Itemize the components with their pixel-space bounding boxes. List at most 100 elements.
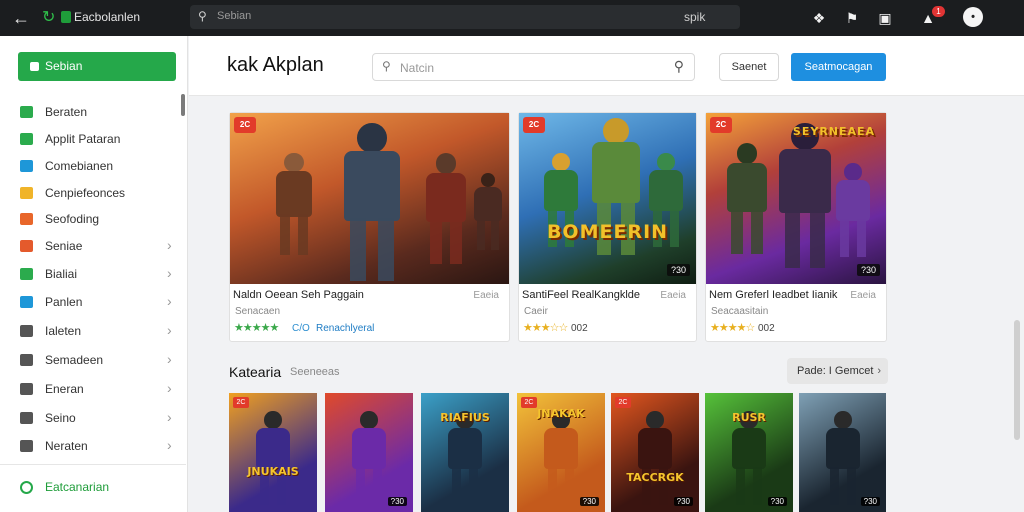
- section-title: Katearia: [229, 364, 282, 380]
- featured-card[interactable]: 2C BOMEERIN ?30 SantiFeel RealKangklde Eaeia…: [518, 112, 697, 342]
- featured-game-art[interactable]: 2C SEYRNEAEA ?30: [706, 113, 886, 284]
- bookmark-icon[interactable]: ⚑: [843, 9, 861, 27]
- puzzle-icon[interactable]: ❖: [810, 9, 828, 27]
- rating-value: 002: [758, 323, 775, 334]
- sidebar-item[interactable]: Seofoding: [0, 207, 186, 231]
- magnifier-icon[interactable]: ⚲: [674, 58, 684, 75]
- game-tile[interactable]: ?30: [325, 393, 413, 512]
- sidebar-item[interactable]: Panlen ›: [0, 290, 186, 314]
- sidebar-item-label: Panlen: [45, 295, 83, 309]
- sidebar-divider: [0, 464, 186, 465]
- sidebar-item-label: Ialeten: [45, 324, 82, 338]
- star-rating-icon: ★★★★☆: [710, 322, 755, 334]
- age-rating-badge: ?30: [387, 497, 407, 506]
- age-rating-badge: ?30: [860, 497, 880, 506]
- sidebar-item[interactable]: Seino ›: [0, 406, 186, 430]
- featured-price: Eaeia: [660, 290, 686, 301]
- sidebar-item-label: Seino: [45, 411, 76, 425]
- sidebar-item[interactable]: Cenpiefeonces: [0, 181, 186, 205]
- featured-tag: 2C: [710, 117, 732, 133]
- download-icon[interactable]: ▣: [876, 9, 894, 27]
- character-figure: [721, 143, 773, 260]
- age-rating-badge: ?30: [666, 264, 690, 276]
- game-tile[interactable]: 2C JNUKAIS: [229, 393, 317, 512]
- game-tile[interactable]: ?30: [799, 393, 886, 512]
- forward-icon[interactable]: ↻: [42, 8, 58, 28]
- sidebar-item[interactable]: Seniae ›: [0, 234, 186, 258]
- featured-tag: 2C: [523, 117, 545, 133]
- character-figure: [270, 153, 318, 261]
- character-figure: [251, 411, 295, 510]
- chevron-right-icon: ›: [167, 265, 172, 281]
- sidebar-item-icon: [20, 412, 33, 424]
- main-scrollbar[interactable]: [1014, 320, 1020, 440]
- featured-price: Eaeia: [473, 290, 499, 301]
- age-rating-badge: ?30: [767, 497, 787, 506]
- sidebar-item-icon: [20, 325, 33, 337]
- sidebar-item-icon: [20, 160, 33, 172]
- section-page-button[interactable]: Pade: I Gemcet ›: [787, 358, 888, 384]
- game-tile[interactable]: 2C TACCRGK ?30: [611, 393, 699, 512]
- primary-button[interactable]: Seatmocagan: [791, 53, 886, 81]
- game-tile[interactable]: RIAFIUS: [421, 393, 509, 512]
- game-tile[interactable]: 2C JNAKAK ?30: [517, 393, 605, 512]
- store-logo[interactable]: kak Akplan: [227, 54, 324, 77]
- featured-extra-link[interactable]: Renachlyeral: [316, 323, 374, 334]
- featured-title[interactable]: Naldn Oeean Seh Paggain: [233, 289, 364, 301]
- store-search-input[interactable]: ⚲ Natcin ⚲: [372, 53, 695, 81]
- featured-title[interactable]: SantiFeel RealKangklde: [522, 289, 640, 301]
- circle-icon: [20, 481, 33, 494]
- top-search-value: spik: [684, 10, 706, 24]
- featured-price: Eaeia: [850, 290, 876, 301]
- featured-card[interactable]: 2C SEYRNEAEA ?30 Nem Greferl Ieadbet Iianik…: [705, 112, 887, 342]
- sidebar-item-icon: [20, 296, 33, 308]
- section-page-label: Pade: I Gemcet: [797, 365, 874, 377]
- sidebar-item-icon: [20, 440, 33, 452]
- featured-game-art[interactable]: 2C BOMEERIN ?30: [519, 113, 696, 284]
- sidebar-item[interactable]: Semadeen ›: [0, 348, 186, 372]
- sidebar-primary-label: Sebian: [45, 59, 83, 73]
- sidebar-item[interactable]: Applit Pataran: [0, 127, 186, 151]
- sidebar-item[interactable]: Comebianen: [0, 154, 186, 178]
- character-figure: [335, 123, 409, 284]
- sidebar-item[interactable]: Neraten ›: [0, 434, 186, 458]
- featured-subtitle: Caeir: [524, 306, 548, 317]
- character-figure: [727, 411, 771, 510]
- tile-tag: 2C: [233, 397, 249, 408]
- sidebar-item-icon: [20, 354, 33, 366]
- chevron-right-icon: ›: [877, 365, 881, 377]
- featured-title[interactable]: Nem Greferl Ieadbet Iianik: [709, 289, 837, 301]
- search-icon: ⚲: [382, 59, 391, 73]
- sidebar-item-label: Comebianen: [45, 159, 114, 173]
- avatar[interactable]: •: [963, 7, 983, 27]
- character-figure: [539, 411, 583, 510]
- character-figure: [771, 123, 839, 276]
- featured-tag: 2C: [234, 117, 256, 133]
- chevron-right-icon: ›: [167, 322, 172, 338]
- top-search-placeholder: Sebian: [217, 10, 252, 22]
- tile-game-title: RIAFIUS: [440, 411, 490, 424]
- search-icon: ⚲: [198, 9, 207, 23]
- featured-card[interactable]: 2C Naldn Oeean Seh Paggain Eaeia Senacaen ★★…: [229, 112, 510, 342]
- character-figure: [821, 411, 865, 510]
- top-bar: ← ↻ Eacbolanlen ⚲ Sebian spik ❖ ⚑ ▣ ▲ 1 …: [0, 0, 1024, 36]
- sidebar-item-label: Semadeen: [45, 353, 104, 367]
- sidebar-item[interactable]: Eneran ›: [0, 377, 186, 401]
- sidebar-item[interactable]: Ialeten ›: [0, 319, 186, 343]
- secondary-button[interactable]: Saenet: [719, 53, 779, 81]
- game-tile[interactable]: RUSR ?30: [705, 393, 793, 512]
- featured-game-art[interactable]: 2C: [230, 113, 509, 284]
- top-search-input[interactable]: ⚲ Sebian spik: [190, 5, 740, 29]
- section-subtitle: Seeneeas: [290, 366, 340, 378]
- sidebar-item-label: Cenpiefeonces: [45, 186, 126, 200]
- star-rating-icon: ★★★☆☆: [523, 322, 568, 334]
- back-arrow-icon[interactable]: ←: [12, 8, 32, 28]
- sidebar-item-label: Beraten: [45, 105, 88, 119]
- sidebar-item[interactable]: Beraten: [0, 100, 186, 124]
- chevron-right-icon: ›: [167, 351, 172, 367]
- rating-value: 002: [571, 323, 588, 334]
- chevron-right-icon: ›: [167, 409, 172, 425]
- sidebar-primary-button[interactable]: Sebian: [18, 52, 176, 81]
- sidebar-item[interactable]: Bialiai ›: [0, 262, 186, 286]
- tile-tag: 2C: [615, 397, 631, 408]
